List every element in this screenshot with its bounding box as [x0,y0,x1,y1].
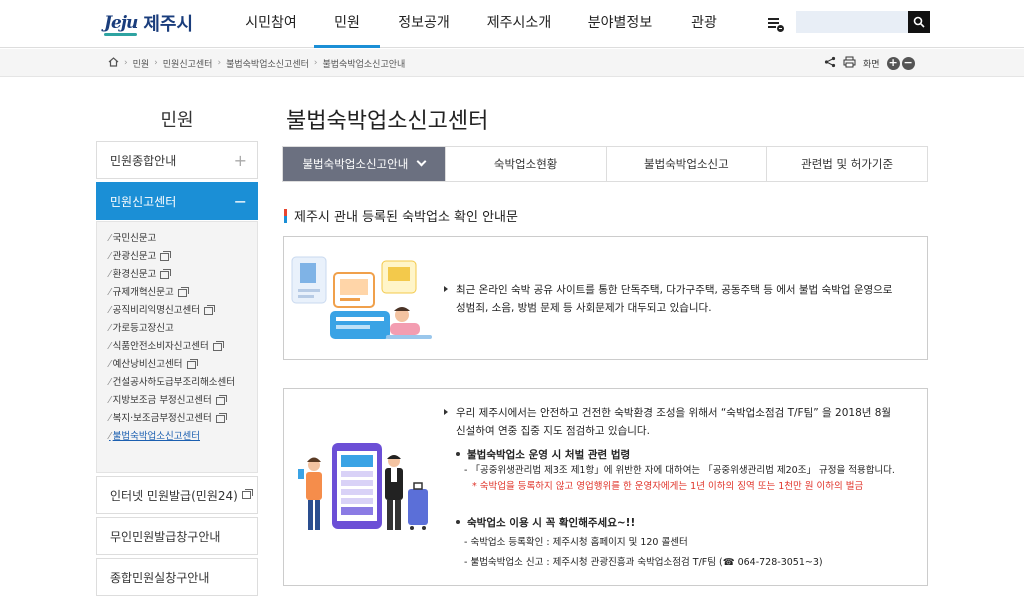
triangle-bullet-icon [444,409,448,415]
submenu-item[interactable]: ⁄ 식품안전소비자신고센터 [109,338,257,356]
breadcrumb-item-current: 불법숙박업소신고안내 [322,59,406,70]
submenu-item[interactable]: ⁄ 지방보조금 부정신고센터 [109,392,257,410]
search-input[interactable] [796,11,908,33]
new-window-icon [186,359,198,369]
new-window-icon [160,269,172,279]
sidebar-item-label: 인터넷 민원발급(민원24) [110,488,238,503]
intro-text: 최근 온라인 숙박 공유 사이트를 통한 단독주택, 다가구주택, 공동주택 등… [444,281,924,317]
page-title: 불법숙박업소신고센터 [286,109,489,134]
sidebar-item-report-center[interactable]: 민원신고센터 − [96,182,258,220]
submenu-item[interactable]: ⁄ 국민신문고 [109,230,257,248]
new-window-icon [215,413,227,423]
submenu-item[interactable]: ⁄ 건설공사하도급부조리해소센터 [109,376,237,390]
search-box [796,11,930,33]
penalty-section: 불법숙박업소 운영 시 처벌 관련 법령 - 「공중위생관리법 제3조 제1항」… [456,447,926,495]
intro-paragraph: 우리 제주시에서는 안전하고 건전한 숙박환경 조성을 위해서 “숙박업소점검 … [444,404,924,440]
menu-civic-participation[interactable]: 시민참여 [228,0,314,48]
menu-information-disclosure[interactable]: 정보공개 [380,0,468,48]
search-button[interactable] [908,11,930,33]
check-section: 숙박업소 이용 시 꼭 확인해주세요~!! - 숙박업소 등록확인 : 제주시청… [456,513,926,573]
logo-text-en: Jeju [104,13,138,36]
tab-report-guide[interactable]: 불법숙박업소신고안내 [283,147,445,181]
search-icon [913,16,925,28]
notice-box-intro: 최근 온라인 숙박 공유 사이트를 통한 단독주택, 다가구주택, 공동주택 등… [283,236,928,360]
new-window-icon [215,395,227,405]
main-menu: 시민참여 민원 정보공개 제주시소개 분야별정보 관광 [228,0,738,48]
submenu-item[interactable]: ⁄ 예산낭비신고센터 [109,356,257,374]
triangle-bullet-icon [444,286,448,292]
menu-city-introduction[interactable]: 제주시소개 [468,0,570,48]
new-window-icon [204,305,215,315]
menu-field-information[interactable]: 분야별정보 [570,0,670,48]
new-window-icon [177,287,189,297]
site-logo[interactable]: Jeju 제주시 [104,9,193,37]
menu-civil-affairs[interactable]: 민원 [314,0,380,48]
expand-icon: + [233,151,247,170]
tab-illegal-report[interactable]: 불법숙박업소신고 [605,147,767,181]
sidebar-item-label: 종합민원실창구안내 [110,570,210,585]
zoom-out-button[interactable]: − [901,56,915,70]
sidebar-item-civil-guide[interactable]: 민원종합안내 + [96,141,258,179]
submenu-item[interactable]: ⁄ 복지·보조금부정신고센터 [109,410,257,428]
notice-box-details: 우리 제주시에서는 안전하고 건전한 숙박환경 조성을 위해서 “숙박업소점검 … [283,388,928,586]
submenu-item[interactable]: ⁄ 환경신문고 [109,266,257,284]
global-nav: Jeju 제주시 시민참여 민원 정보공개 제주시소개 분야별정보 관광 [0,0,1024,48]
menu-tourism[interactable]: 관광 [670,0,738,48]
dot-bullet-icon [456,452,460,456]
tab-lodging-status[interactable]: 숙박업소현황 [444,147,606,181]
section-heading: 제주시 관내 등록된 숙박업소 확인 안내문 [284,206,518,225]
all-menu-icon[interactable] [766,14,786,34]
sidebar-title: 민원 [160,110,194,131]
page-tools: 화면 + − [824,54,915,72]
breadcrumb-item[interactable]: 불법숙박업소신고센터 [226,57,309,70]
share-icon[interactable] [824,56,836,71]
screen-zoom-label: 화면 [863,59,880,70]
new-window-icon [241,489,253,499]
sidebar-item-label: 민원종합안내 [110,153,177,168]
sidebar-item-internet-issuance[interactable]: 인터넷 민원발급(민원24) [96,476,258,514]
submenu-item[interactable]: ⁄ 규제개혁신문고 [109,284,257,302]
sidebar-item-kiosk-guide[interactable]: 무인민원발급창구안내 [96,517,258,555]
page: Jeju 제주시 시민참여 민원 정보공개 제주시소개 분야별정보 관광 › 민… [0,0,1024,600]
sidebar-item-label: 무인민원발급창구안내 [110,529,221,544]
home-icon[interactable] [108,56,119,70]
breadcrumb-item[interactable]: 민원 [133,57,150,70]
zoom-in-button[interactable]: + [886,56,900,70]
dot-bullet-icon [456,520,460,524]
submenu-item-current[interactable]: ⁄ 불법숙박업소신고센터 [109,428,257,446]
logo-text-ko: 제주시 [143,14,194,35]
breadcrumb-item[interactable]: 민원신고센터 [163,57,213,70]
print-icon[interactable] [843,56,856,71]
submenu-item[interactable]: ⁄ 관광신문고 [109,248,257,266]
breadcrumb: › 민원 › 민원신고센터 › 불법숙박업소신고센터 › 불법숙박업소신고안내 [108,49,405,77]
tab-laws-permits[interactable]: 관련법 및 허가기준 [766,147,927,181]
submenu-item[interactable]: ⁄ 공직비리익명신고센터 [109,302,257,320]
content-tabs: 불법숙박업소신고안내 숙박업소현황 불법숙박업소신고 관련법 및 허가기준 [282,146,928,182]
chevron-down-icon [416,156,427,167]
traveler-phone-illustration [298,443,428,530]
lodging-sharing-illustration [291,256,432,339]
penalty-warning: * 숙박업을 등록하지 않고 영업행위를 한 운영자에게는 1년 이하의 징역 … [472,481,864,492]
collapse-icon: − [233,192,247,211]
new-window-icon [160,251,172,261]
sidebar-submenu: ⁄ 국민신문고 ⁄ 관광신문고 ⁄ 환경신문고 ⁄ 규제개혁신문고 ⁄ 공직비리익명신고센… [96,221,258,473]
submenu-item[interactable]: ⁄ 가로등고장신고 [109,320,257,338]
heading-bar-icon [284,208,287,223]
sidebar-item-counter-guide[interactable]: 종합민원실창구안내 [96,558,258,596]
breadcrumb-bar: › 민원 › 민원신고센터 › 불법숙박업소신고센터 › 불법숙박업소신고안내 … [0,49,1024,77]
new-window-icon [212,341,224,351]
sidebar-item-label: 민원신고센터 [110,194,177,209]
